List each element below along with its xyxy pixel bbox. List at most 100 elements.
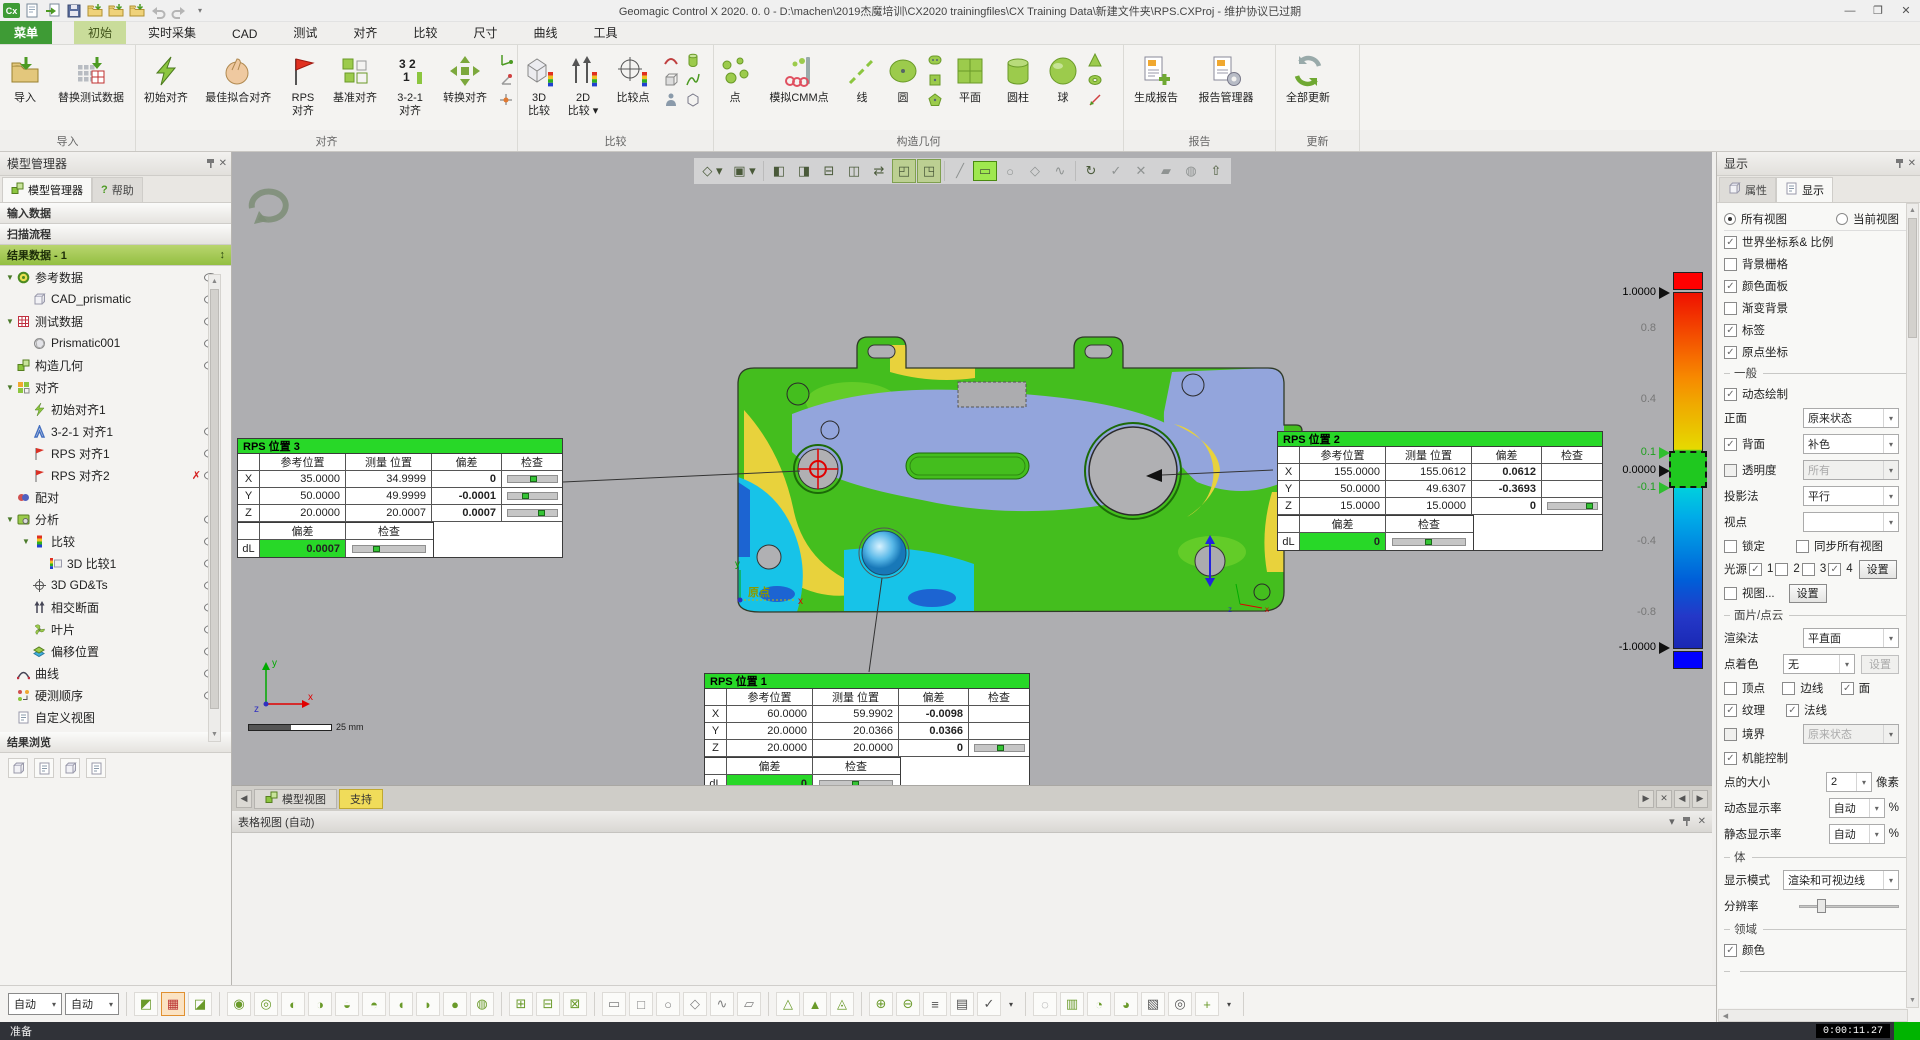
- redo-icon[interactable]: [170, 2, 188, 20]
- checkbox-法线[interactable]: ✓法线: [1786, 702, 1848, 718]
- tree-item-分析[interactable]: ▼分析: [0, 508, 231, 530]
- radio-button[interactable]: [1724, 213, 1736, 225]
- toolbar-icon-3-1[interactable]: □: [629, 992, 653, 1016]
- tree-item-3-2-1 对齐1[interactable]: 3-2-1 对齐1: [0, 420, 231, 442]
- checkbox-机能控制[interactable]: ✓机能控制: [1724, 750, 1788, 766]
- tab-scroll-left-icon[interactable]: ◀: [236, 790, 252, 808]
- colorbar-arrow[interactable]: [1659, 465, 1670, 477]
- toolbar-icon-0-1[interactable]: ▦: [161, 992, 185, 1016]
- tab-next-icon[interactable]: ▶: [1692, 790, 1708, 808]
- radio-所有视图[interactable]: 所有视图: [1724, 211, 1836, 227]
- tree-item-对齐[interactable]: ▼对齐: [0, 376, 231, 398]
- mode-combo-1[interactable]: 自动▾: [8, 993, 62, 1015]
- tree-item-RPS 对齐1[interactable]: RPS 对齐1: [0, 442, 231, 464]
- s-cube-icon[interactable]: [662, 71, 680, 89]
- toolbar-icon-4-2[interactable]: ◬: [830, 992, 854, 1016]
- s-person-icon[interactable]: [662, 91, 680, 109]
- toolbar-icon-5-4[interactable]: ✓: [977, 992, 1001, 1016]
- tree-item-构造几何[interactable]: 构造几何: [0, 354, 231, 376]
- ribbon-button-报告管理器[interactable]: 报告管理器: [1188, 49, 1264, 127]
- pin-icon[interactable]: [1895, 158, 1904, 169]
- menu-tab-曲线[interactable]: 曲线: [519, 21, 571, 44]
- s-rect-icon[interactable]: [926, 71, 944, 89]
- expand-all-icon[interactable]: ↕: [220, 249, 226, 261]
- s-spline-icon[interactable]: [684, 71, 702, 89]
- tree-item-叶片[interactable]: 叶片: [0, 618, 231, 640]
- radio-button[interactable]: [1836, 213, 1848, 225]
- checkbox-原点坐标[interactable]: ✓原点坐标: [1724, 344, 1788, 360]
- menu-tab-工具[interactable]: 工具: [579, 21, 631, 44]
- toolbar-icon-3-2[interactable]: ○: [656, 992, 680, 1016]
- dropdown[interactable]: 渲染和可视边线▾: [1783, 870, 1899, 890]
- dropdown[interactable]: ▾: [1803, 512, 1899, 532]
- tree-item-比较[interactable]: ▼比较: [0, 530, 231, 552]
- folder-icon[interactable]: [128, 2, 146, 20]
- dropdown[interactable]: 自动▾: [1829, 824, 1885, 844]
- close-icon[interactable]: ✕: [1892, 0, 1920, 21]
- menu-tab-测试[interactable]: 测试: [279, 21, 331, 44]
- checkbox-box[interactable]: [1775, 563, 1788, 576]
- pin-icon[interactable]: [1682, 816, 1691, 827]
- triad-orange-icon[interactable]: [497, 91, 515, 109]
- clip-right-icon[interactable]: ◨: [792, 159, 816, 183]
- display-panel-scrollbar[interactable]: ▲ ▼: [1906, 203, 1919, 1008]
- checkbox-box[interactable]: [1724, 258, 1737, 271]
- toolbar-icon-6-7[interactable]: ▾: [1222, 992, 1236, 1016]
- tree-item-硬测顺序[interactable]: 硬测顺序: [0, 684, 231, 706]
- dropdown[interactable]: 2▾: [1826, 772, 1872, 792]
- checkbox-面[interactable]: ✓面: [1841, 680, 1899, 696]
- dropdown[interactable]: 平直面▾: [1803, 628, 1899, 648]
- checkbox-颜色[interactable]: ✓颜色: [1724, 942, 1765, 958]
- checkbox-同步所有视图[interactable]: 同步所有视图: [1796, 538, 1883, 554]
- s-hex-icon[interactable]: [684, 91, 702, 109]
- toolbar-icon-6-5[interactable]: ◎: [1168, 992, 1192, 1016]
- checkbox-纹理[interactable]: ✓纹理: [1724, 702, 1786, 718]
- scroll-up-icon[interactable]: ▲: [209, 275, 220, 288]
- result-browse-header[interactable]: 结果浏览: [0, 732, 231, 753]
- lasso-select-icon[interactable]: ∿: [1048, 159, 1072, 183]
- checkbox-box[interactable]: [1724, 302, 1737, 315]
- open-import-icon[interactable]: [44, 2, 62, 20]
- toolbar-icon-1-3[interactable]: ◑: [308, 992, 332, 1016]
- toolbar-icon-1-9[interactable]: ◍: [470, 992, 494, 1016]
- colorbar-arrow[interactable]: [1659, 642, 1670, 654]
- tree-item-偏移位置[interactable]: 偏移位置: [0, 640, 231, 662]
- dropdown[interactable]: 平行▾: [1803, 486, 1899, 506]
- tab-prev-icon[interactable]: ◀: [1674, 790, 1690, 808]
- maximize-icon[interactable]: ❐: [1864, 0, 1892, 21]
- toolbar-icon-1-5[interactable]: ◓: [362, 992, 386, 1016]
- rps-table-RPS 位置 3[interactable]: RPS 位置 3参考位置测量 位置偏差检查X35.000034.99990Y50…: [237, 438, 563, 558]
- checkbox-锁定[interactable]: 锁定: [1724, 538, 1796, 554]
- toolbar-icon-1-0[interactable]: ◉: [227, 992, 251, 1016]
- settings-button[interactable]: 设置: [1789, 584, 1827, 603]
- toolbar-icon-5-2[interactable]: ≡: [923, 992, 947, 1016]
- tree-scrollbar[interactable]: ▲ ▼: [208, 274, 221, 742]
- expand-arrow-icon[interactable]: ▼: [4, 383, 16, 392]
- toolbar-icon-1-6[interactable]: ◖: [389, 992, 413, 1016]
- scroll-thumb[interactable]: [1908, 218, 1917, 338]
- checkbox-box[interactable]: ✓: [1828, 563, 1841, 576]
- s-torus-icon[interactable]: [1086, 71, 1104, 89]
- toolbar-icon-1-2[interactable]: ◐: [281, 992, 305, 1016]
- pair-view-a-icon[interactable]: ◰: [892, 159, 916, 183]
- mode-combo-2[interactable]: 自动▾: [65, 993, 119, 1015]
- ribbon-button-RPS对齐[interactable]: RPS 对齐: [281, 49, 325, 127]
- globe-icon[interactable]: ◍: [1179, 159, 1203, 183]
- checkbox-box[interactable]: ✓: [1724, 438, 1737, 451]
- expand-arrow-icon[interactable]: ▼: [20, 537, 32, 546]
- colorbar-tolerance-band[interactable]: [1669, 451, 1707, 488]
- colorbar-arrow[interactable]: [1659, 447, 1670, 459]
- expand-arrow-icon[interactable]: ▼: [4, 317, 16, 326]
- checkbox-box[interactable]: [1796, 540, 1809, 553]
- checkbox-box[interactable]: ✓: [1724, 944, 1737, 957]
- settings-button[interactable]: 设置: [1861, 655, 1899, 674]
- triad-green-icon[interactable]: [497, 51, 515, 69]
- eraser-icon[interactable]: ▰: [1154, 159, 1178, 183]
- ribbon-button-球[interactable]: 球: [1042, 49, 1084, 127]
- checkbox-4[interactable]: ✓4: [1828, 563, 1852, 576]
- section-header-扫描流程[interactable]: 扫描流程: [0, 224, 231, 245]
- toolbar-icon-5-0[interactable]: ⊕: [869, 992, 893, 1016]
- toolbar-icon-5-3[interactable]: ▤: [950, 992, 974, 1016]
- clip-left-icon[interactable]: ◧: [767, 159, 791, 183]
- clip-box-icon[interactable]: ◫: [842, 159, 866, 183]
